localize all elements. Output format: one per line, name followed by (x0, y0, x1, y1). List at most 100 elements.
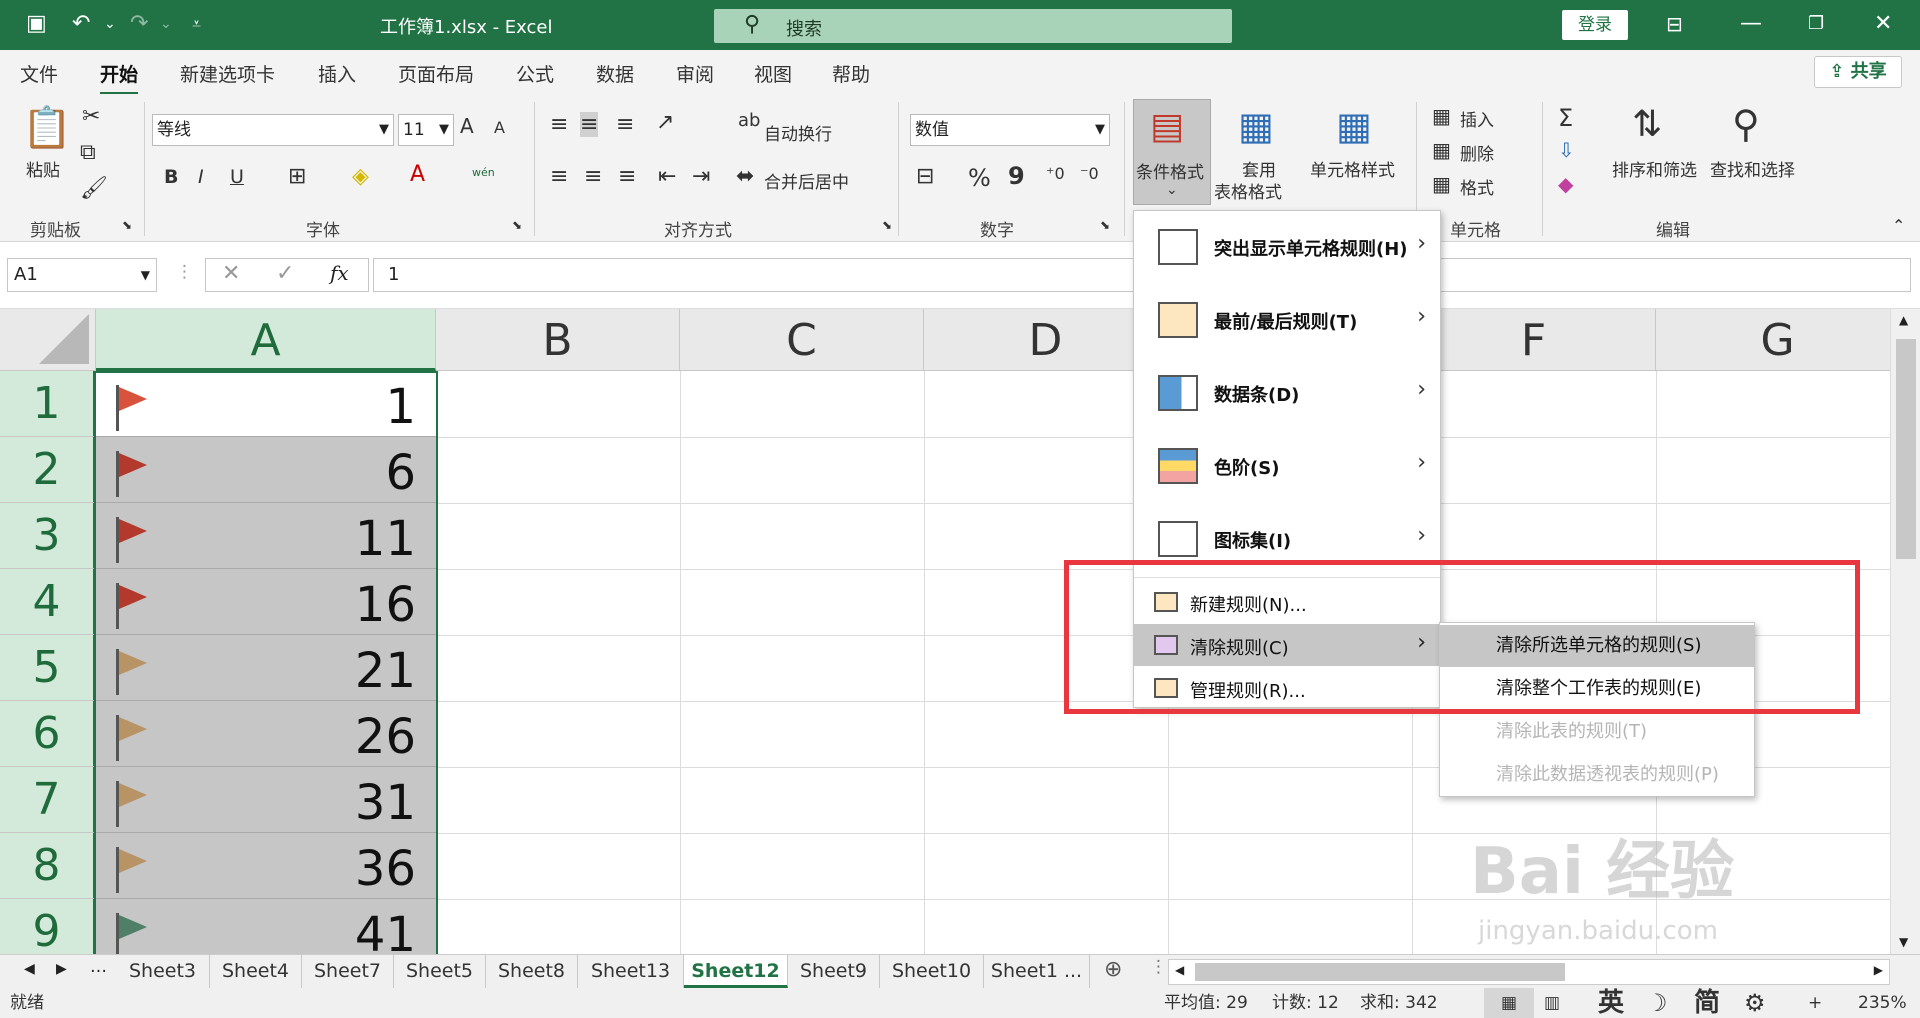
phonetic-button[interactable]: wén (472, 166, 495, 179)
grow-font-button[interactable]: A (460, 114, 474, 138)
find-select-button[interactable]: 查找和选择 (1710, 156, 1795, 181)
tab-review[interactable]: 审阅 (676, 60, 714, 87)
cut-icon[interactable]: ✂ (82, 104, 100, 129)
tab-data[interactable]: 数据 (596, 60, 634, 87)
tab-formulas[interactable]: 公式 (516, 60, 554, 87)
insert-cells-icon[interactable]: ▦ (1432, 104, 1451, 128)
scroll-left-icon[interactable]: ◀ (1175, 963, 1184, 977)
orientation-icon[interactable]: ↗ (656, 110, 674, 135)
font-size-select[interactable]: 11 ▼ (398, 114, 454, 146)
customize-toolbar-icon[interactable]: ⩡ (192, 10, 201, 38)
align-top-icon[interactable]: ≡ (550, 112, 568, 137)
menu-data-bars[interactable]: 数据条(D) › (1134, 357, 1440, 429)
sort-filter-icon[interactable]: ⇅ (1632, 104, 1662, 145)
row-header[interactable]: 8 (0, 833, 96, 899)
clear-icon[interactable]: ◆ (1558, 172, 1573, 196)
align-right-icon[interactable]: ≡ (618, 164, 636, 189)
tab-new[interactable]: 新建选项卡 (180, 60, 275, 87)
login-button[interactable]: 登录 (1562, 10, 1628, 40)
column-header-b[interactable]: B (436, 309, 680, 371)
next-sheet-icon[interactable]: ▶ (56, 961, 67, 977)
align-left-icon[interactable]: ≡ (550, 164, 568, 189)
merge-icon[interactable]: ⬌ (736, 164, 754, 189)
delete-cells-button[interactable]: 删除 (1460, 140, 1494, 165)
sheet-tab[interactable]: Sheet7 (302, 955, 394, 988)
cell-a[interactable]: 11 (96, 503, 436, 569)
sheet-tab[interactable]: Sheet5 (394, 955, 486, 988)
cell-style-button[interactable]: 单元格样式 (1310, 156, 1395, 181)
decrease-indent-icon[interactable]: ⇤ (658, 164, 676, 189)
sort-filter-button[interactable]: 排序和筛选 (1612, 156, 1697, 181)
vertical-scrollbar[interactable]: ▲ ▼ (1890, 309, 1920, 954)
cell-a[interactable]: 21 (96, 635, 436, 701)
cell-a[interactable]: 36 (96, 833, 436, 899)
share-button[interactable]: ⇪ 共享 (1814, 56, 1902, 88)
page-layout-icon[interactable]: ▥ (1544, 988, 1560, 1018)
percent-button[interactable]: % (968, 164, 991, 192)
scroll-down-icon[interactable]: ▼ (1899, 935, 1908, 949)
table-format-label-2[interactable]: 表格格式 (1214, 178, 1282, 203)
align-center-icon[interactable]: ≡ (584, 164, 602, 189)
decrease-decimal-icon[interactable]: ⁻0 (1080, 164, 1099, 183)
column-header-a[interactable]: A (96, 309, 436, 371)
delete-cells-icon[interactable]: ▦ (1432, 138, 1451, 162)
fill-color-icon[interactable]: ◈ (352, 164, 369, 189)
italic-button[interactable]: I (198, 166, 204, 188)
more-sheets-icon[interactable]: … (90, 957, 107, 977)
row-header[interactable]: 6 (0, 701, 96, 767)
gear-icon[interactable]: ⚙ (1744, 988, 1766, 1018)
column-header-f[interactable]: F (1412, 309, 1656, 371)
normal-view-icon[interactable]: ▦ (1484, 988, 1534, 1018)
horizontal-scrollbar[interactable]: ◀ ▶ (1168, 959, 1890, 985)
name-box[interactable]: A1 ▼ (7, 258, 157, 292)
sheet-tab[interactable]: Sheet3 (116, 955, 210, 988)
comma-button[interactable]: 9 (1008, 162, 1025, 190)
row-header[interactable]: 5 (0, 635, 96, 701)
sheet-tab[interactable]: Sheet1 ... (984, 955, 1090, 988)
redo-dropdown-icon[interactable]: ⌄ (160, 10, 172, 38)
sheet-tab[interactable]: Sheet10 (880, 955, 984, 988)
font-name-select[interactable]: 等线 ▼ (152, 114, 394, 146)
merge-center-button[interactable]: 合并后居中 (764, 168, 849, 193)
ime-mode[interactable]: 简 (1694, 988, 1720, 1018)
scroll-up-icon[interactable]: ▲ (1899, 313, 1908, 327)
select-all-corner[interactable] (0, 309, 96, 371)
accounting-format-icon[interactable]: ⊟ (916, 164, 934, 189)
cancel-icon[interactable]: ✕ (222, 261, 240, 286)
undo-dropdown-icon[interactable]: ⌄ (104, 10, 116, 38)
menu-top-bottom-rules[interactable]: 最前/最后规则(T) › (1134, 284, 1440, 356)
fill-icon[interactable]: ⇩ (1558, 138, 1575, 162)
row-header[interactable]: 2 (0, 437, 96, 503)
redo-icon[interactable]: ↷ (130, 10, 148, 38)
number-launcher-icon[interactable]: ⬊ (1100, 218, 1110, 232)
insert-cells-button[interactable]: 插入 (1460, 106, 1494, 131)
collapse-ribbon-icon[interactable]: ⌃ (1892, 216, 1905, 235)
underline-button[interactable]: U (230, 166, 244, 188)
cell-a[interactable]: 16 (96, 569, 436, 635)
sheet-tab[interactable]: Sheet12 (684, 955, 788, 988)
row-header[interactable]: 9 (0, 899, 96, 954)
number-format-select[interactable]: 数值 ▼ (910, 114, 1110, 146)
cell-a[interactable]: 6 (96, 437, 436, 503)
bold-button[interactable]: B (164, 166, 178, 188)
paste-button[interactable]: 粘贴 (26, 156, 60, 181)
scroll-thumb[interactable] (1195, 963, 1565, 981)
increase-decimal-icon[interactable]: ⁺0 (1046, 164, 1065, 183)
sheet-tab[interactable]: Sheet13 (578, 955, 684, 988)
menu-highlight-rules[interactable]: 突出显示单元格规则(H) › (1134, 211, 1440, 283)
row-header[interactable]: 1 (0, 371, 96, 437)
tab-view[interactable]: 视图 (754, 60, 792, 87)
tab-page-layout[interactable]: 页面布局 (398, 60, 474, 87)
minimize-icon[interactable]: — (1740, 10, 1762, 38)
conditional-format-button[interactable]: ▤ 条件格式 ⌄ (1133, 99, 1211, 205)
scroll-right-icon[interactable]: ▶ (1874, 963, 1883, 977)
paste-icon[interactable]: 📋 (22, 104, 72, 151)
increase-indent-icon[interactable]: ⇥ (692, 164, 710, 189)
cell-a[interactable]: 31 (96, 767, 436, 833)
zoom-level[interactable]: 235% (1858, 988, 1907, 1018)
menu-color-scales[interactable]: 色阶(S) › (1134, 430, 1440, 502)
sheet-tab[interactable]: Sheet4 (210, 955, 302, 988)
format-cells-button[interactable]: 格式 (1460, 174, 1494, 199)
font-launcher-icon[interactable]: ⬊ (512, 218, 522, 232)
font-color-icon[interactable]: A (410, 162, 425, 187)
